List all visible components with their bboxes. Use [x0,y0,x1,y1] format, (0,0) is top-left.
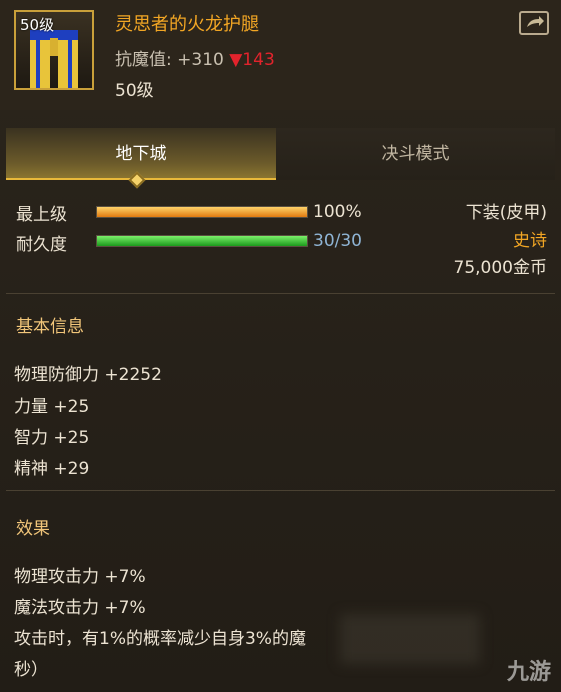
share-button[interactable] [519,11,549,35]
effect-line: 攻击时，有1%的概率减少自身3%的魔 [14,629,306,649]
magic-resist-stat: 抗魔值: +310 ▼143 [115,45,275,70]
max-level-bar [96,206,308,218]
max-level-label: 最上级 [16,205,67,225]
durability-bar [96,235,308,247]
item-level: 50级 [115,81,154,101]
basic-stat-line: 力量 +25 [14,397,90,417]
durability-value: 30/30 [313,231,362,251]
item-icon-frame: 50级 [14,10,94,90]
item-header: 50级 灵思者的火龙护腿 抗魔值: +310 ▼143 50级 [0,0,561,110]
mode-tabs: 地下城 决斗模式 [6,128,555,180]
max-level-bar-fill [97,207,307,217]
durability-bar-fill [97,236,307,246]
divider [6,293,555,294]
watermark-logo: 九游 [506,660,551,685]
basic-info-title: 基本信息 [16,317,84,337]
basic-stat-line: 精神 +29 [14,459,90,479]
tab-duel[interactable]: 决斗模式 [276,128,555,180]
durability-label: 耐久度 [16,235,67,255]
effects-title: 效果 [16,519,50,539]
effect-line: 秒） [14,660,48,680]
item-tooltip-panel: 50级 灵思者的火龙护腿 抗魔值: +310 ▼143 50级 地下城 决斗模式… [0,0,561,692]
equip-slot: 下装(皮甲) [465,203,547,223]
sell-price: 75,000金币 [453,258,547,278]
basic-stat-line: 物理防御力 +2252 [14,365,162,385]
effect-line: 物理攻击力 +7% [14,567,146,587]
divider [6,490,555,491]
blurred-region [340,614,480,664]
magic-resist-label: 抗魔值: +310 [115,50,224,70]
basic-stat-line: 智力 +25 [14,428,90,448]
effect-line: 魔法攻击力 +7% [14,598,146,618]
share-icon [527,16,544,27]
rarity-label: 史诗 [513,231,547,251]
max-level-value: 100% [313,202,362,222]
magic-resist-down: ▼143 [229,50,275,70]
item-name: 灵思者的火龙护腿 [115,14,259,35]
item-level-badge: 50级 [20,16,55,34]
tab-dungeon[interactable]: 地下城 [6,128,276,180]
